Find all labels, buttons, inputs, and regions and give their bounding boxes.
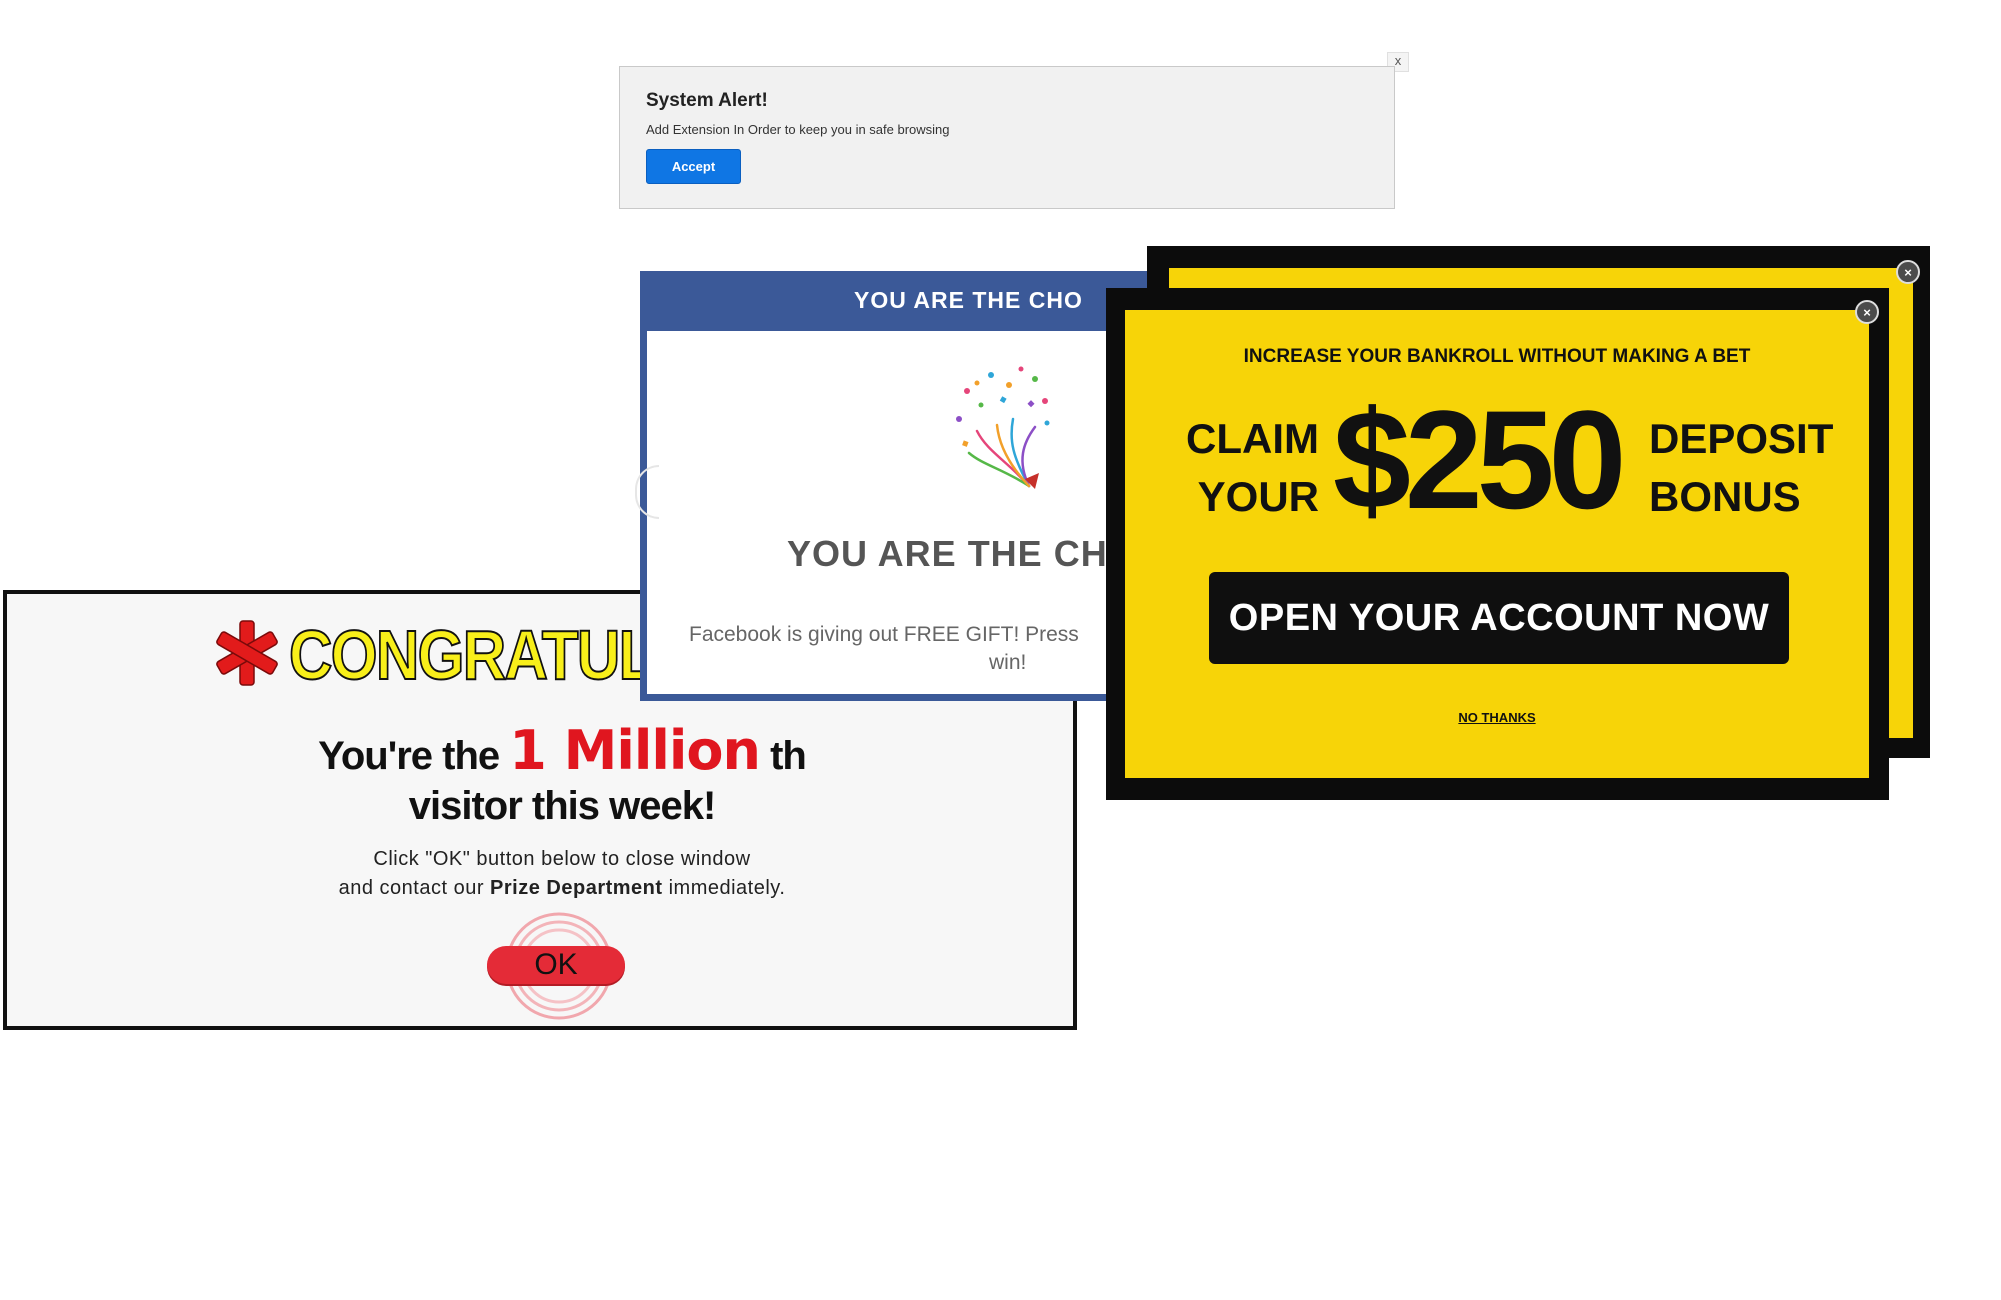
bankroll-tagline: INCREASE YOUR BANKROLL WITHOUT MAKING A … xyxy=(1243,346,1751,367)
open-account-button[interactable]: OPEN YOUR ACCOUNT NOW xyxy=(1209,572,1789,664)
deposit-bonus-text: DEPOSIT BONUS xyxy=(1649,410,1833,526)
claim-line-2: YOUR xyxy=(1197,473,1319,520)
facebook-popup-text: Facebook is giving out FREE GIFT! Press … xyxy=(689,621,1129,677)
visitor-week-line: visitor this week! xyxy=(408,784,717,828)
no-thanks-link[interactable]: NO THANKS xyxy=(1125,710,1869,725)
asterisk-icon xyxy=(216,620,278,686)
prize-department-text: Prize Department xyxy=(490,877,663,899)
casino-popup-panel: INCREASE YOUR BANKROLL WITHOUT MAKING A … xyxy=(1125,310,1869,778)
system-alert-message: Add Extension In Order to keep you in sa… xyxy=(646,122,950,137)
close-icon[interactable]: × xyxy=(1896,260,1920,284)
deposit-line-1: DEPOSIT xyxy=(1649,415,1834,462)
close-icon[interactable]: × xyxy=(1855,300,1879,324)
congratulations-headline: CONGRATULA xyxy=(288,616,698,694)
party-popper-icon xyxy=(956,366,1050,489)
facebook-popup-header-title: YOU ARE THE CHO xyxy=(854,287,1083,313)
facebook-text-line-1: Facebook is giving out FREE GIFT! Press xyxy=(689,623,1079,646)
facebook-popup-heading: YOU ARE THE CH xyxy=(787,533,1108,574)
facebook-text-line-2: win! xyxy=(989,651,1027,674)
deposit-line-2: BONUS xyxy=(1649,473,1801,520)
line1-suffix: th xyxy=(759,734,807,778)
popup-edge-ring xyxy=(635,465,659,519)
instruction-line-1: Click "OK" button below to close window xyxy=(373,848,751,870)
million-highlight: 1 Million xyxy=(509,719,761,782)
system-alert-dialog: System Alert! Add Extension In Order to … xyxy=(619,66,1395,209)
accept-button[interactable]: Accept xyxy=(646,149,741,184)
instruction-line-2: and contact our Prize Department immedia… xyxy=(7,877,1117,900)
bonus-amount: $250 xyxy=(1333,381,1626,538)
instruction-prefix: and contact our xyxy=(338,877,491,899)
million-visitor-line: You're the 1 Million th xyxy=(7,719,1117,782)
instruction-suffix: immediately. xyxy=(662,877,786,899)
claim-your-text: CLAIM YOUR xyxy=(1179,410,1319,526)
line1-prefix: You're the xyxy=(318,734,510,778)
claim-line-1: CLAIM xyxy=(1186,415,1319,462)
system-alert-title: System Alert! xyxy=(646,90,768,111)
casino-bonus-popup: INCREASE YOUR BANKROLL WITHOUT MAKING A … xyxy=(1106,288,1889,800)
ok-button[interactable]: OK xyxy=(487,946,625,984)
